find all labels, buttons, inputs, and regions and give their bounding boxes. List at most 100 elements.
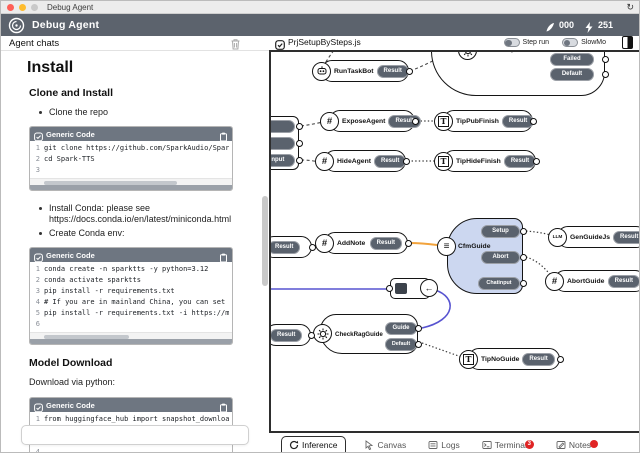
port-chip-default[interactable]: Default (385, 338, 417, 351)
node-expose-agent[interactable]: # ExposeAgent Result (329, 110, 415, 132)
text-icon: T (434, 152, 453, 171)
input-port[interactable] (386, 285, 393, 292)
port-chip-abort[interactable]: Abort (481, 251, 520, 264)
node-label: CheckStepResult (480, 50, 536, 53)
node-abort-guide[interactable]: # AbortGuide Result (554, 270, 640, 292)
port-chip-result[interactable]: Result (522, 353, 554, 366)
output-port[interactable] (530, 118, 537, 125)
output-port[interactable] (403, 158, 410, 165)
code-hscrollbar[interactable] (30, 332, 232, 339)
port-chip-guide[interactable]: Guide (385, 322, 417, 335)
output-port[interactable] (602, 56, 609, 63)
port-chip-setup[interactable]: Setup (481, 225, 520, 238)
left-panel-scrollbar[interactable] (262, 196, 268, 286)
file-tab[interactable]: PrjSetupBySteps.js (275, 37, 361, 47)
port-chip-result[interactable]: Result (269, 241, 300, 254)
slowmo-label: SlowMo (581, 39, 606, 46)
code-checkbox-icon[interactable] (34, 129, 43, 139)
port-chip-result[interactable]: Result (504, 155, 536, 168)
port-chip-chatinput[interactable]: Chatinput (478, 277, 520, 290)
node-result-mid[interactable]: Result (269, 236, 312, 258)
node-label: RunTaskBot (334, 68, 374, 75)
tab-notes[interactable]: Notes (552, 438, 602, 453)
node-loop[interactable]: ← (390, 278, 430, 299)
output-port[interactable] (406, 68, 413, 75)
output-port[interactable] (405, 240, 412, 247)
node-tip-no-guide[interactable]: T TipNoGuide Result (468, 348, 560, 370)
bullet-clone-repo: Clone the repo (49, 107, 245, 118)
code-checkbox-icon[interactable] (34, 400, 43, 410)
chat-document: Install Clone and Install Clone the repo… (1, 51, 257, 453)
file-checkbox-icon[interactable] (275, 37, 285, 47)
inference-icon (289, 440, 299, 450)
flow-canvas[interactable]: RunTaskBot Result CheckStepResult Failed… (269, 50, 640, 433)
output-port[interactable] (602, 71, 609, 78)
output-port[interactable] (415, 341, 422, 348)
node-hide-agent[interactable]: # HideAgent Result (324, 150, 406, 172)
close-window-button[interactable] (7, 4, 14, 11)
output-port[interactable] (533, 158, 540, 165)
output-port[interactable] (296, 140, 303, 147)
port-chip-result[interactable]: Result (374, 155, 406, 168)
step-run-label: Step run (523, 39, 549, 46)
output-port[interactable] (520, 280, 527, 287)
output-port[interactable] (412, 118, 419, 125)
code-hscrollbar[interactable] (30, 178, 232, 185)
copy-icon[interactable] (219, 129, 228, 139)
node-check-step-result[interactable]: CheckStepResult Failed Default (431, 50, 605, 96)
output-port[interactable] (520, 254, 527, 261)
port-chip-failed[interactable]: Failed (550, 53, 594, 66)
reload-icon[interactable]: ↻ (626, 1, 634, 14)
pen-icon (545, 20, 555, 31)
node-run-task-bot[interactable]: RunTaskBot Result (321, 60, 409, 82)
port-chip-result[interactable]: Result (613, 231, 640, 244)
node-input-stack[interactable]: Input (269, 116, 299, 170)
node-tip-hide-finish[interactable]: T TipHideFinish Result (443, 150, 536, 172)
port-chip-result[interactable]: Result (370, 237, 402, 250)
left-panel-header: Agent chats (1, 36, 269, 51)
node-add-note[interactable]: # AddNote Result (324, 232, 408, 254)
port-chip-result[interactable]: Result (270, 329, 302, 342)
port-chip-result[interactable]: Result (377, 65, 409, 78)
node-gen-guide-js[interactable]: LLM GenGuideJs Result (557, 226, 640, 248)
tab-logs[interactable]: Logs (424, 438, 463, 453)
zoom-window-button[interactable] (31, 4, 38, 11)
minimize-window-button[interactable] (19, 4, 26, 11)
node-check-rag-guide[interactable]: CheckRagGuide Guide Default (320, 314, 418, 354)
tab-terminal[interactable]: Terminal 3 (478, 438, 538, 453)
node-label: TipNoGuide (481, 356, 519, 363)
chat-input[interactable] (21, 425, 249, 445)
step-run-toggle[interactable] (504, 38, 520, 47)
slowmo-toggle[interactable] (562, 38, 578, 47)
loop-slot (395, 283, 407, 294)
output-port[interactable] (520, 228, 527, 235)
copy-icon[interactable] (219, 250, 228, 260)
node-label: TipPubFinish (456, 118, 499, 125)
output-port[interactable] (557, 356, 564, 363)
code-block-header: Generic Code (30, 398, 232, 412)
output-port[interactable] (296, 123, 303, 130)
node-cfm-guide[interactable]: ≡ CfmGuide Setup Abort Chatinput (447, 218, 523, 294)
bullet-install-conda: Install Conda: please seehttps://docs.co… (49, 203, 245, 225)
copy-icon[interactable] (219, 400, 228, 410)
tab-canvas[interactable]: Canvas (360, 438, 410, 453)
port-chip-result[interactable]: Result (608, 275, 640, 288)
node-tip-pub-finish[interactable]: T TipPubFinish Result (443, 110, 533, 132)
text-icon: T (434, 112, 453, 131)
tab-inference[interactable]: Inference (281, 436, 346, 453)
doc-section-model-download: Model Download (29, 357, 257, 369)
output-port[interactable] (415, 325, 422, 332)
text-icon: T (459, 350, 478, 369)
port-chip[interactable] (269, 120, 295, 133)
lightning-icon (584, 20, 594, 31)
port-chip-default[interactable]: Default (550, 68, 594, 81)
output-port[interactable] (308, 332, 315, 339)
node-result-bottom[interactable]: Result (269, 324, 311, 346)
notes-badge-dot (590, 440, 598, 448)
port-chip-input[interactable]: Input (269, 154, 295, 167)
output-port[interactable] (296, 157, 303, 164)
trash-icon[interactable] (230, 37, 241, 49)
code-checkbox-icon[interactable] (34, 250, 43, 260)
doc-section-clone-install: Clone and Install (29, 87, 257, 99)
port-chip[interactable] (269, 137, 295, 150)
